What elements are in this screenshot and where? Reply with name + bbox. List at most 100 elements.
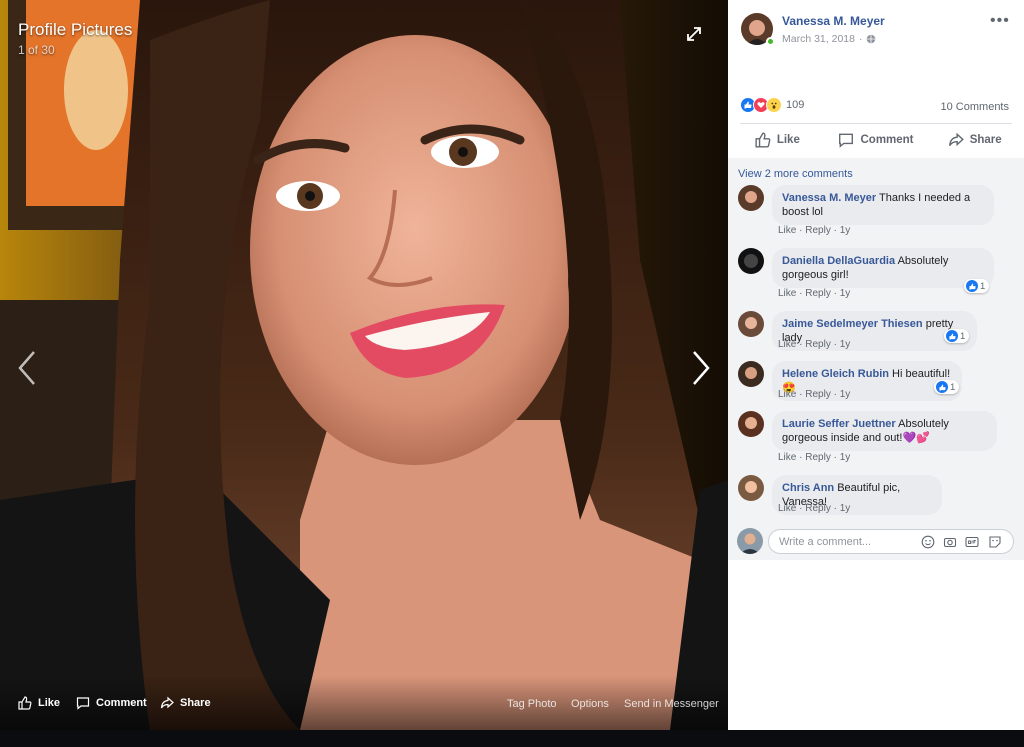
avatar[interactable] [738,361,764,387]
comment-like-link[interactable]: Like [778,288,796,299]
comment-button[interactable]: Comment [827,124,926,156]
comment-author[interactable]: Daniella DellaGuardia [782,255,895,267]
comment-meta: Like · Reply · 1y [778,503,851,514]
comment-bubble: Vanessa M. Meyer Thanks I needed a boost… [772,185,994,225]
bottom-bar [0,730,1024,747]
comment-reaction-count: 1 [960,330,966,342]
like-reaction-icon [936,381,948,393]
comment-author[interactable]: Helene Gleich Rubin [782,368,889,380]
comment-meta: Like · Reply · 1y [778,452,851,463]
gif-icon[interactable] [965,535,979,549]
reactions-summary[interactable]: 109 [740,97,804,113]
chevron-right-icon[interactable] [688,348,714,388]
share-label: Share [969,134,1002,146]
comment-bubble: Daniella DellaGuardia Absolutely gorgeou… [772,248,994,288]
comment-meta: Like · Reply · 1y [778,389,851,400]
globe-icon [867,34,876,44]
send-in-messenger-link[interactable]: Send in Messenger [624,698,719,710]
like-reaction-icon [966,280,978,292]
like-reaction-icon [946,330,958,342]
comment-bubble: Laurie Seffer Juettner Absolutely gorgeo… [772,411,997,451]
comment-like-link[interactable]: Like [778,225,796,236]
comment-meta: Like · Reply · 1y [778,288,851,299]
share-button[interactable]: Share [925,124,1024,156]
comment-reply-link[interactable]: Reply [805,452,831,463]
share-icon [948,132,964,147]
viewer-comment-label: Comment [96,697,147,709]
comments-section: View 2 more comments Vanessa M. Meyer Th… [728,158,1024,560]
comment-age[interactable]: 1y [840,225,851,236]
comment-age[interactable]: 1y [840,503,851,514]
comment-icon [76,697,90,710]
viewer-comment-button[interactable]: Comment [76,696,147,710]
like-button[interactable]: Like [728,124,827,156]
like-label: Like [776,134,800,146]
comment-author[interactable]: Laurie Seffer Juettner [782,418,896,430]
comment-composer: Write a comment... [728,520,1024,560]
share-icon [160,696,174,709]
emoji-icon[interactable] [921,535,935,549]
avatar[interactable] [738,411,764,437]
comment-age[interactable]: 1y [840,389,851,400]
comment-reply-link[interactable]: Reply [805,225,831,236]
sticker-icon[interactable] [988,535,1002,549]
online-status-dot [766,37,775,46]
avatar[interactable] [738,185,764,211]
post-date: March 31, 2018 · [782,33,876,45]
comment-reaction-count: 1 [980,280,986,292]
thumbs-up-icon [755,132,771,148]
post-author-name[interactable]: Vanessa M. Meyer [782,14,885,28]
post-panel: Vanessa M. Meyer March 31, 2018 · ••• 10… [728,0,1024,730]
viewer-share-button[interactable]: Share [160,696,211,710]
wow-reaction-icon [766,97,782,113]
comment-reply-link[interactable]: Reply [805,339,831,350]
avatar [737,528,763,554]
photo-viewer: Profile Pictures 1 of 30 Like Comment Sh… [0,0,728,730]
thumbs-up-icon [18,696,32,710]
comment-icon [839,133,854,148]
comment-reply-link[interactable]: Reply [805,503,831,514]
camera-icon[interactable] [943,535,957,549]
comment-age[interactable]: 1y [840,288,851,299]
viewer-share-label: Share [180,697,211,709]
comment-reactions[interactable]: 1 [944,329,970,343]
write-comment-input[interactable]: Write a comment... [768,529,1014,554]
tag-photo-link[interactable]: Tag Photo [507,698,557,710]
post-header: Vanessa M. Meyer March 31, 2018 · ••• [728,0,1024,60]
comment-reaction-count: 1 [950,381,956,393]
comment-author[interactable]: Jaime Sedelmeyer Thiesen [782,318,923,330]
post-actions: Like Comment Share [728,124,1024,156]
comment-reactions[interactable]: 1 [964,279,990,293]
comment-age[interactable]: 1y [840,339,851,350]
post-date-text[interactable]: March 31, 2018 [782,33,855,45]
chevron-left-icon[interactable] [14,348,40,388]
comment-reactions[interactable]: 1 [934,380,960,394]
photo-count: 1 of 30 [18,43,55,57]
comment-author[interactable]: Chris Ann [782,482,834,494]
album-title: Profile Pictures [18,20,133,39]
comment-reply-link[interactable]: Reply [805,288,831,299]
more-options-icon[interactable]: ••• [990,12,1010,30]
write-comment-placeholder: Write a comment... [779,536,872,548]
comment-author[interactable]: Vanessa M. Meyer [782,192,876,204]
avatar[interactable] [738,248,764,274]
comments-count-link[interactable]: 10 Comments [941,101,1009,113]
comment-like-link[interactable]: Like [778,503,796,514]
comment-label: Comment [860,134,914,146]
comment-like-link[interactable]: Like [778,339,796,350]
view-more-comments-link[interactable]: View 2 more comments [738,168,853,180]
expand-icon[interactable] [684,24,704,44]
viewer-action-bar: Like Comment Share Tag Photo Options Sen… [0,676,728,730]
viewer-like-button[interactable]: Like [18,696,60,710]
viewer-like-label: Like [38,697,61,709]
options-link[interactable]: Options [571,698,609,710]
avatar[interactable] [738,475,764,501]
comment-age[interactable]: 1y [840,452,851,463]
reactions-count: 109 [786,99,805,111]
avatar[interactable] [738,311,764,337]
comment-reply-link[interactable]: Reply [805,389,831,400]
comment-like-link[interactable]: Like [778,389,796,400]
profile-photo [0,0,728,730]
comment-like-link[interactable]: Like [778,452,796,463]
comment-meta: Like · Reply · 1y [778,225,851,236]
